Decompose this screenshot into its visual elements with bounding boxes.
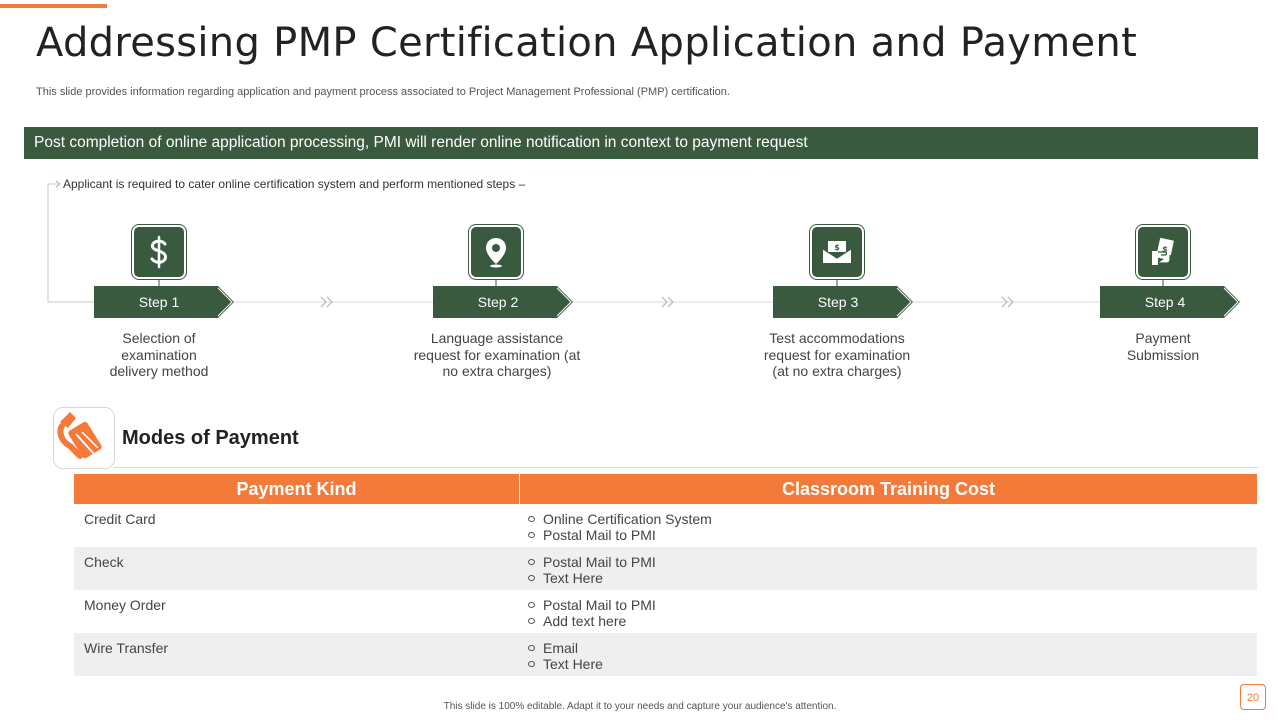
header-training-cost: Classroom Training Cost [781,479,996,499]
table-row: Money Order Postal Mail to PMI Add text … [74,590,1257,633]
step-4-label: Step 4 [1144,294,1186,310]
cost-cell: Online Certification System Postal Mail … [520,504,1257,547]
divider [114,467,1258,468]
step-2-label: Step 2 [477,294,519,310]
cost-cell: Postal Mail to PMI Add text here [520,590,1257,633]
header-payment-kind: Payment Kind [74,474,520,504]
step-1-description: Selection of examination delivery method [109,330,209,379]
cost-cell: Email Text Here [520,633,1257,676]
location-pin-icon [471,227,521,277]
circle-bullet-icon [528,661,535,667]
circle-bullet-icon [528,532,535,538]
payment-kind-cell: Wire Transfer [84,640,169,656]
payment-table: Payment Kind Classroom Training Cost Cre… [74,474,1257,676]
step-3-label: Step 3 [817,294,859,310]
table-row: Credit Card Online Certification System … [74,504,1257,547]
footer-text: This slide is 100% editable. Adapt it to… [443,701,837,712]
circle-bullet-icon [528,559,535,565]
hand-with-cash-icon: $ [1138,227,1188,277]
cost-cell: Postal Mail to PMI Text Here [520,547,1257,590]
circle-bullet-icon [528,602,535,608]
intro-text: Applicant is required to cater online ce… [63,177,526,191]
svg-text:$: $ [834,243,840,252]
bracket-connector [47,183,94,303]
step-3-description: Test accommodations request for examinati… [763,330,911,379]
circle-bullet-icon [528,516,535,522]
circle-bullet-icon [528,575,535,581]
payment-kind-cell: Money Order [84,597,166,613]
step-2-description: Language assistance request for examinati… [413,330,581,379]
payment-kind-cell: Credit Card [84,511,156,527]
table-row: Check Postal Mail to PMI Text Here [74,547,1257,590]
dollar-icon [134,227,184,277]
credit-card-hand-icon [53,407,115,469]
payment-kind-cell: Check [84,554,124,570]
circle-bullet-icon [528,645,535,651]
step-1-label: Step 1 [138,294,180,310]
step-4-description: Payment Submission [1126,330,1200,363]
modes-of-payment-title: Modes of Payment [122,427,299,449]
table-header: Payment Kind Classroom Training Cost [74,474,1257,504]
table-row: Wire Transfer Email Text Here [74,633,1257,676]
circle-bullet-icon [528,618,535,624]
money-envelope-icon: $ [812,227,862,277]
page-number: 20 [1240,684,1266,710]
